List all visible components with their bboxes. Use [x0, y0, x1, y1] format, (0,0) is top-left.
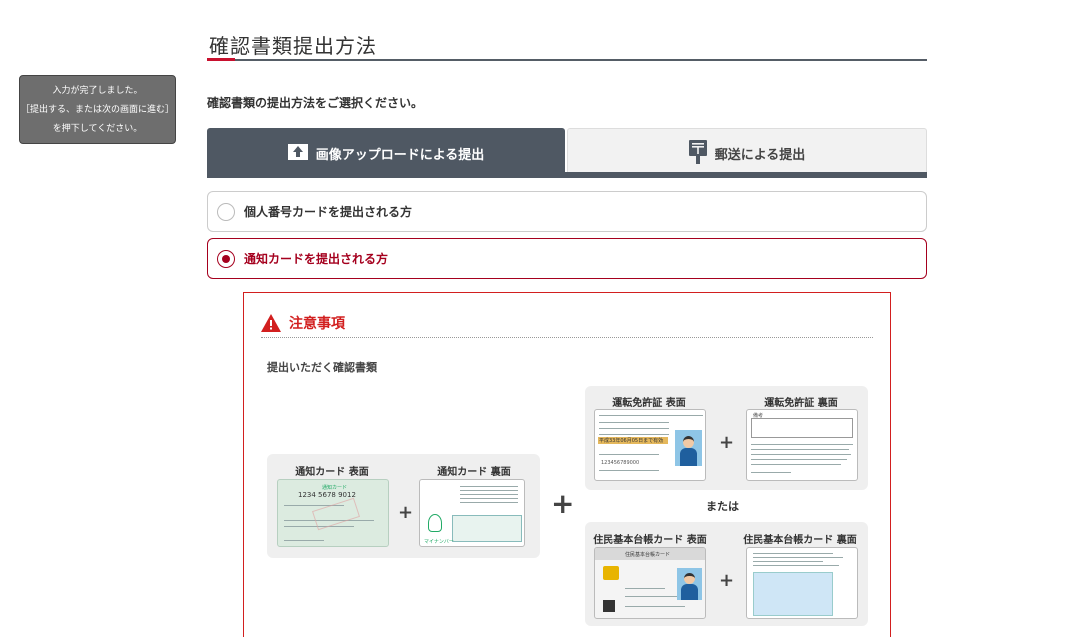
submission-method-tabs: 画像アップロードによる提出 郵送による提出	[207, 128, 927, 178]
tooltip-line-1: 入力が完了しました。	[52, 86, 143, 96]
resident-card-title: 住民基本台帳カード	[625, 552, 671, 558]
license-photo	[675, 430, 702, 466]
mascot-icon	[428, 514, 442, 532]
license-expiry: 平成33年06月05日まで有効	[598, 437, 668, 444]
notification-card-back-label: 通知カード 裏面	[437, 467, 511, 478]
notification-card-front-image: 通知カード 1234 5678 9012	[277, 479, 389, 547]
mynumber-label: マイナンバー	[424, 539, 454, 545]
plus-sign: +	[719, 432, 735, 453]
title-accent-bar	[207, 58, 235, 61]
title-underline	[207, 59, 927, 61]
radio-notification-card[interactable]	[217, 249, 235, 268]
license-back-image: 備考	[746, 409, 858, 481]
warning-icon	[261, 314, 281, 332]
ic-chip-icon	[603, 566, 619, 580]
tab-mail-label: 郵送による提出	[714, 148, 806, 163]
notice-subtitle: 提出いただく確認書類	[267, 361, 377, 374]
option-notification-card-label: 通知カードを提出される方	[244, 252, 389, 266]
license-front-image: 平成33年06月05日まで有効 123456789000	[594, 409, 706, 481]
notification-card-title: 通知カード	[322, 485, 348, 491]
notification-card-panel: 通知カード 表面 通知カード 裏面 通知カード 1234 5678 9012 +…	[267, 454, 540, 558]
resident-card-front-label: 住民基本台帳カード 表面	[593, 535, 707, 546]
notification-card-front-label: 通知カード 表面	[295, 467, 369, 478]
tab-baseline	[207, 172, 927, 178]
license-number: 123456789000	[601, 460, 640, 466]
license-front-label: 運転免許証 表面	[612, 398, 686, 409]
notification-card-number: 1234 5678 9012	[298, 491, 356, 499]
qr-code-icon	[603, 600, 615, 612]
upload-icon	[287, 142, 308, 164]
completion-tooltip: 入力が完了しました。 ［提出する、または次の画面に進む］ を押下してください。	[19, 75, 176, 144]
tooltip-line-3: を押下してください。	[52, 124, 143, 134]
resident-card-photo	[677, 568, 702, 600]
option-mynumber-card-label: 個人番号カードを提出される方	[244, 205, 413, 219]
notice-title: 注意事項	[289, 316, 345, 332]
tab-mail[interactable]: 郵送による提出	[567, 128, 927, 178]
instruction-text: 確認書類の提出方法をご選択ください。	[207, 96, 424, 110]
tab-image-upload-label: 画像アップロードによる提出	[315, 147, 485, 163]
resident-card-back-image	[746, 547, 858, 619]
option-mynumber-card[interactable]: 個人番号カードを提出される方	[207, 191, 927, 232]
notice-divider	[261, 337, 873, 338]
tooltip-line-2: ［提出する、または次の画面に進む］	[20, 105, 174, 115]
or-label: または	[706, 500, 739, 513]
tab-image-upload[interactable]: 画像アップロードによる提出	[207, 128, 565, 178]
page-title: 確認書類提出方法	[209, 34, 377, 58]
radio-mynumber-card[interactable]	[217, 202, 235, 221]
license-back-label: 運転免許証 裏面	[764, 398, 838, 409]
resident-card-panel: 住民基本台帳カード 表面 住民基本台帳カード 裏面 住民基本台帳カード +	[585, 522, 868, 626]
notice-heading: 注意事項	[261, 313, 345, 333]
plus-sign: +	[551, 487, 575, 520]
postbox-icon	[688, 139, 707, 168]
plus-sign: +	[719, 570, 735, 591]
option-notification-card[interactable]: 通知カードを提出される方	[207, 238, 927, 279]
notice-box: 注意事項 提出いただく確認書類 通知カード 表面 通知カード 裏面 通知カード …	[243, 292, 891, 637]
resident-card-front-image: 住民基本台帳カード	[594, 547, 706, 619]
resident-card-back-label: 住民基本台帳カード 裏面	[743, 535, 857, 546]
driver-license-panel: 運転免許証 表面 運転免許証 裏面 平成33年06月05日まで有効 123456…	[585, 386, 868, 490]
notification-card-back-image: マイナンバー	[419, 479, 525, 547]
plus-sign: +	[398, 502, 414, 523]
